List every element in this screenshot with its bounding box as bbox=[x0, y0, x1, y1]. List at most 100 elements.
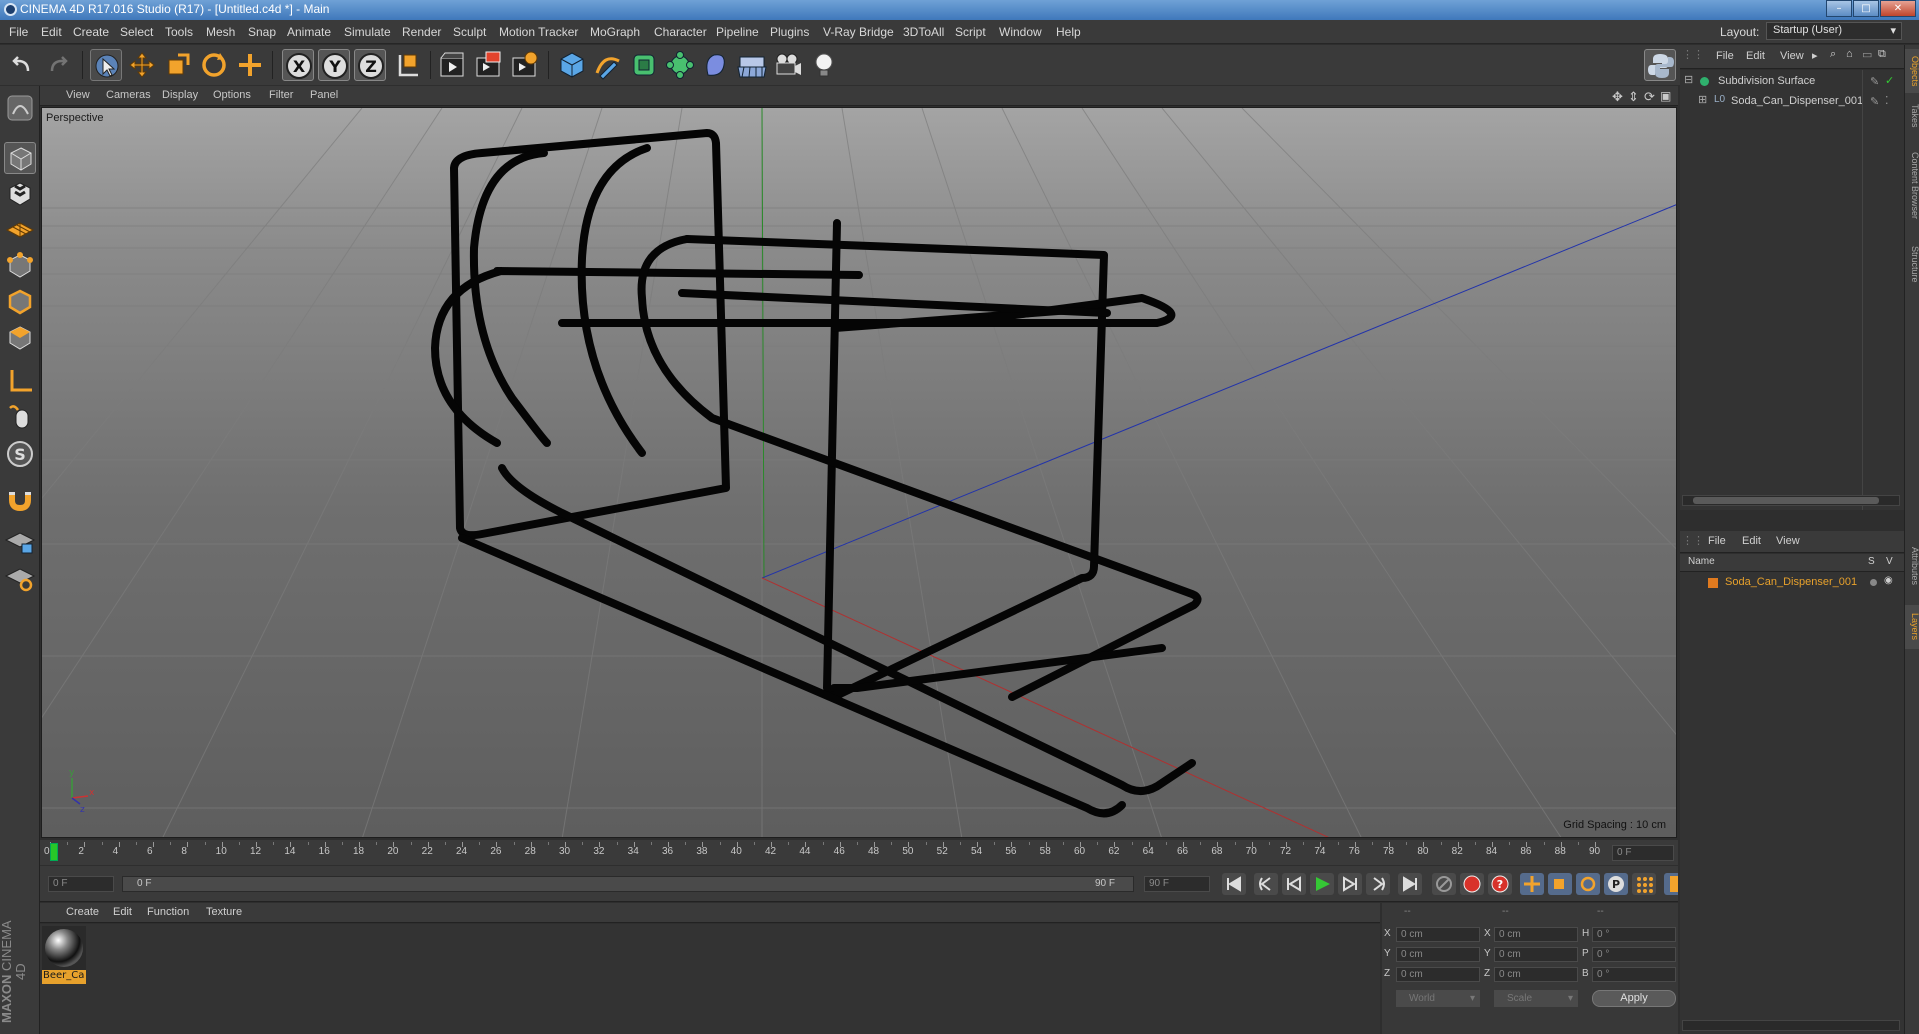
edit-toggle-icon[interactable]: ✎ bbox=[1870, 95, 1879, 108]
tab-attributes[interactable]: Attributes bbox=[1905, 535, 1919, 597]
menu-mesh[interactable]: Mesh bbox=[206, 25, 235, 39]
magnet-icon[interactable] bbox=[4, 482, 36, 514]
menu-render[interactable]: Render bbox=[402, 25, 441, 39]
object-row[interactable]: ⊟ Subdivision Surface ✎ ✓ bbox=[1680, 73, 1904, 91]
viewport-menu-cameras[interactable]: Cameras bbox=[106, 89, 151, 101]
tweak-icon[interactable] bbox=[4, 402, 36, 434]
object-menu-view[interactable]: View bbox=[1780, 50, 1804, 62]
menu-edit[interactable]: Edit bbox=[41, 25, 62, 39]
home-icon[interactable]: ⌂ bbox=[1846, 48, 1853, 60]
minimize-button[interactable]: – bbox=[1826, 0, 1852, 17]
maximize-view-icon[interactable]: ▣ bbox=[1660, 89, 1671, 103]
start-frame-field[interactable]: 0 F bbox=[48, 876, 114, 892]
pos-z-field[interactable]: 0 cm bbox=[1396, 967, 1480, 982]
object-menu-edit[interactable]: Edit bbox=[1746, 50, 1765, 62]
rot-b-field[interactable]: 0 ° bbox=[1592, 967, 1676, 982]
goto-next-key-icon[interactable] bbox=[1366, 873, 1390, 895]
tab-takes[interactable]: Takes bbox=[1905, 99, 1919, 133]
subdivision-icon[interactable] bbox=[628, 49, 660, 81]
menu-simulate[interactable]: Simulate bbox=[344, 25, 391, 39]
material-menu-function[interactable]: Function bbox=[147, 906, 189, 918]
layer-menu-file[interactable]: File bbox=[1708, 535, 1726, 547]
axis-icon[interactable] bbox=[4, 366, 36, 398]
menu-create[interactable]: Create bbox=[73, 25, 109, 39]
playhead[interactable] bbox=[50, 843, 58, 861]
live-select-icon[interactable] bbox=[90, 49, 122, 81]
collapse-icon[interactable]: ⊟ bbox=[1684, 73, 1693, 86]
goto-previous-key-icon[interactable] bbox=[1254, 873, 1278, 895]
goto-start-icon[interactable] bbox=[1222, 873, 1246, 895]
cube-icon[interactable] bbox=[556, 49, 588, 81]
key-rotation-icon[interactable] bbox=[1576, 873, 1600, 895]
workplane-icon[interactable] bbox=[4, 214, 36, 246]
rot-p-field[interactable]: 0 ° bbox=[1592, 947, 1676, 962]
object-row[interactable]: ⊞ L0 Soda_Can_Dispenser_001 ✎ ⁚ bbox=[1680, 93, 1904, 111]
menu-character[interactable]: Character bbox=[654, 25, 707, 39]
menu-tools[interactable]: Tools bbox=[165, 25, 193, 39]
array-icon[interactable] bbox=[664, 49, 696, 81]
layer-menu-edit[interactable]: Edit bbox=[1742, 535, 1761, 547]
motion-path-icon[interactable] bbox=[1432, 873, 1456, 895]
viewport-menu-options[interactable]: Options bbox=[213, 89, 251, 101]
next-frame-icon[interactable] bbox=[1338, 873, 1362, 895]
tab-structure[interactable]: Structure bbox=[1905, 237, 1919, 291]
layout-select[interactable]: Startup (User) ▾ bbox=[1766, 22, 1902, 40]
object-menu-file[interactable]: File bbox=[1716, 50, 1734, 62]
range-slider[interactable]: 0 F 90 F bbox=[122, 876, 1134, 892]
scale-icon[interactable] bbox=[162, 49, 194, 81]
python-icon[interactable] bbox=[1644, 49, 1676, 81]
make-editable-icon[interactable] bbox=[4, 92, 36, 124]
rotate-icon[interactable] bbox=[198, 49, 230, 81]
key-position-icon[interactable] bbox=[1520, 873, 1544, 895]
tab-objects[interactable]: Objects bbox=[1905, 49, 1919, 93]
points-mode-icon[interactable] bbox=[4, 250, 36, 282]
edit-toggle-icon[interactable]: ✎ bbox=[1870, 75, 1879, 88]
coordinate-mode-select[interactable]: World ▾ bbox=[1396, 990, 1480, 1007]
render-picture-viewer-icon[interactable] bbox=[472, 49, 504, 81]
key-scale-icon[interactable] bbox=[1548, 873, 1572, 895]
goto-end-icon[interactable] bbox=[1398, 873, 1422, 895]
timeline-window-icon[interactable] bbox=[1664, 873, 1678, 895]
tab-content-browser[interactable]: Content Browser bbox=[1905, 141, 1919, 231]
expand-icon[interactable]: ⊞ bbox=[1698, 93, 1707, 106]
material-item[interactable]: Beer_Ca bbox=[42, 926, 86, 984]
rot-h-field[interactable]: 0 ° bbox=[1592, 927, 1676, 942]
pen-spline-icon[interactable] bbox=[592, 49, 624, 81]
layer-solo-toggle[interactable] bbox=[1870, 579, 1877, 586]
menu-motion-tracker[interactable]: Motion Tracker bbox=[499, 25, 578, 39]
move-view-icon[interactable]: ✥ bbox=[1612, 89, 1623, 105]
viewport-menu-filter[interactable]: Filter bbox=[269, 89, 293, 101]
texture-mode-icon[interactable] bbox=[4, 178, 36, 210]
visibility-dots-icon[interactable]: ⁚ bbox=[1885, 94, 1889, 107]
y-axis-icon[interactable]: Y bbox=[318, 49, 350, 81]
menu-sculpt[interactable]: Sculpt bbox=[453, 25, 486, 39]
z-axis-icon[interactable]: Z bbox=[354, 49, 386, 81]
menu-animate[interactable]: Animate bbox=[287, 25, 331, 39]
menu-snap[interactable]: Snap bbox=[248, 25, 276, 39]
pos-y-field[interactable]: 0 cm bbox=[1396, 947, 1480, 962]
search-icon[interactable]: ⌕ bbox=[1830, 48, 1836, 61]
last-tool-icon[interactable] bbox=[234, 49, 266, 81]
undo-icon[interactable] bbox=[6, 49, 38, 81]
redo-icon[interactable] bbox=[42, 49, 74, 81]
maximize-button[interactable]: □ bbox=[1853, 0, 1879, 17]
rotate-view-icon[interactable]: ⟳ bbox=[1644, 89, 1655, 105]
lock-workplane-icon[interactable] bbox=[4, 526, 36, 558]
size-mode-select[interactable]: Scale ▾ bbox=[1494, 990, 1578, 1007]
dolly-view-icon[interactable]: ⇕ bbox=[1628, 89, 1639, 105]
layer-row[interactable]: Soda_Can_Dispenser_001 ◉ bbox=[1680, 575, 1904, 591]
snap-s-icon[interactable]: S bbox=[4, 438, 36, 470]
deformer-icon[interactable] bbox=[700, 49, 732, 81]
menu-file[interactable]: File bbox=[9, 25, 28, 39]
menu-script[interactable]: Script bbox=[955, 25, 986, 39]
render-view-icon[interactable] bbox=[436, 49, 468, 81]
model-mode-icon[interactable] bbox=[4, 142, 36, 174]
enabled-check-icon[interactable]: ✓ bbox=[1885, 74, 1894, 87]
key-pla-icon[interactable] bbox=[1632, 873, 1656, 895]
menu-help[interactable]: Help bbox=[1056, 25, 1081, 39]
menu-3dtoall[interactable]: 3DToAll bbox=[903, 25, 944, 39]
layer-visible-eye-icon[interactable]: ◉ bbox=[1884, 575, 1893, 586]
viewport-menu-display[interactable]: Display bbox=[162, 89, 198, 101]
timeline-ruler[interactable]: 0 2 4 6 8 10 12 14 16 18 20 22 24 26 28 30 32 34 36 38 40 42 4… bbox=[40, 840, 1678, 865]
size-x-field[interactable]: 0 cm bbox=[1494, 927, 1578, 942]
